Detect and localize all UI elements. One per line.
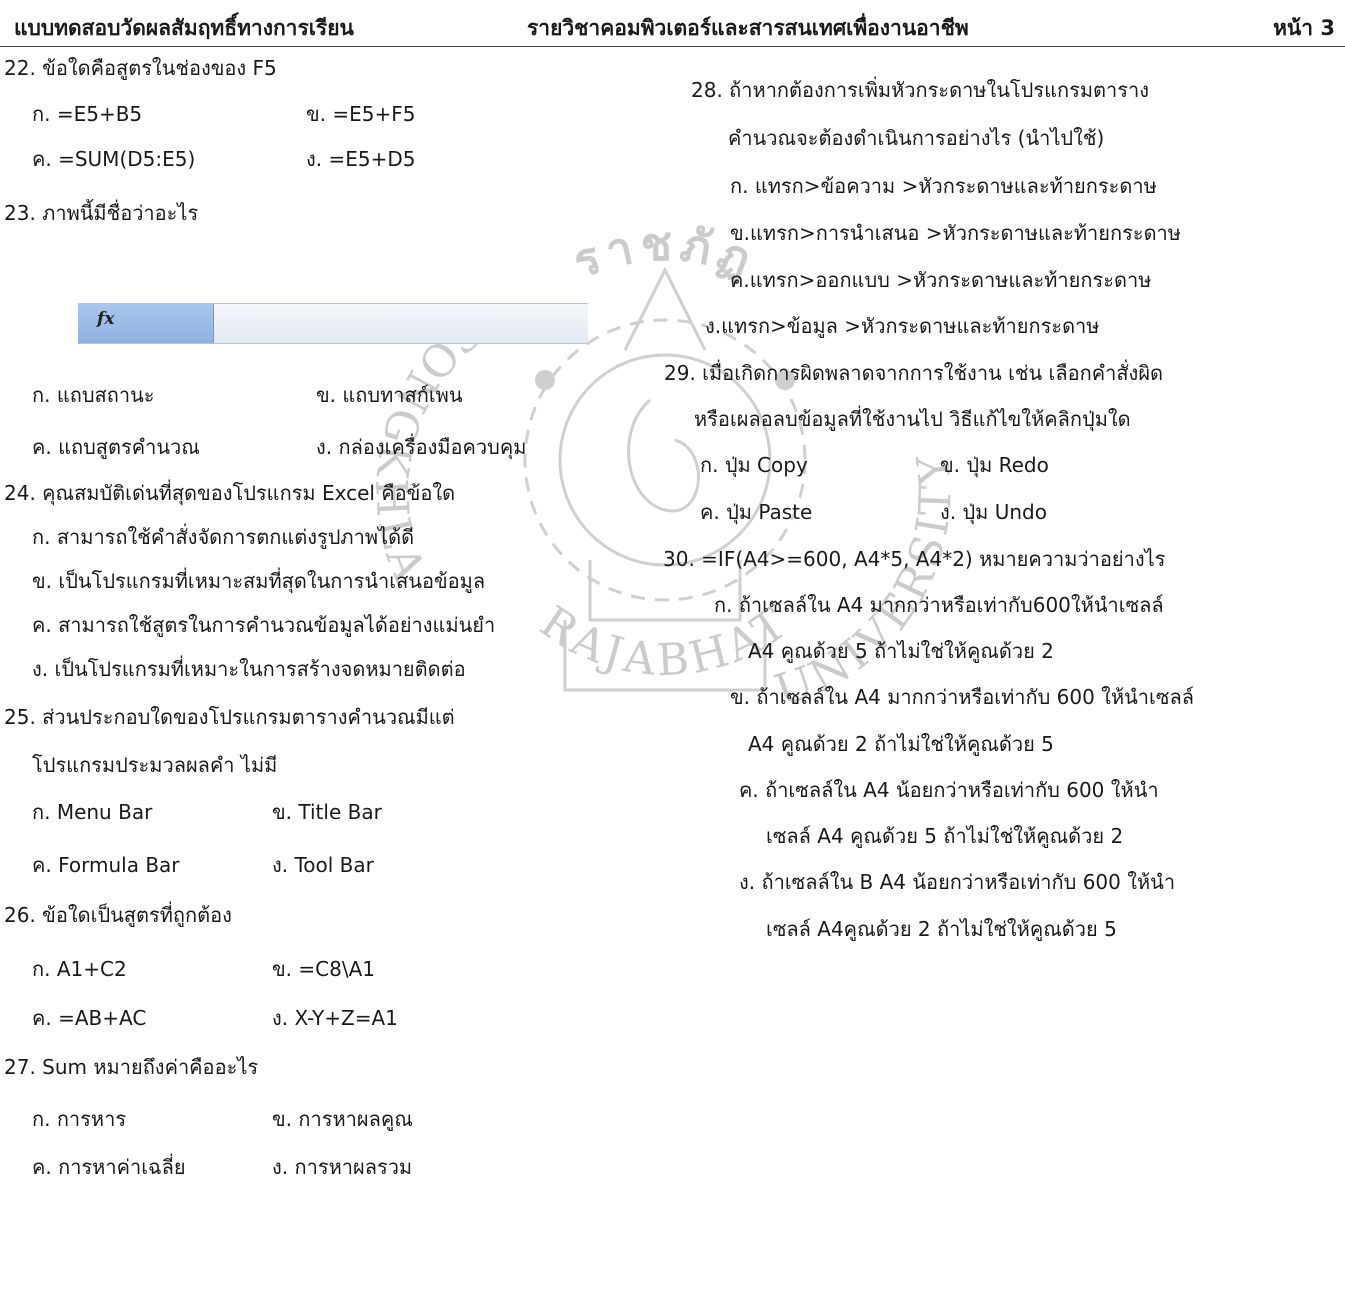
choice-29-b: ข. ปุ่ม Redo [940,453,1049,477]
choice-28-b: ข.แทรก>การนำเสนอ >หัวกระดาษและท้ายกระดาษ [730,221,1181,245]
choice-30-d-line2: เซลล์ A4คูณด้วย 2 ถ้าไม่ใช่ให้คูณด้วย 5 [766,917,1117,941]
choice-22-d: ง. =E5+D5 [306,147,416,171]
choice-29-c: ค. ปุ่ม Paste [700,500,813,524]
choice-27-a: ก. การหาร [32,1107,127,1131]
choice-25-d: ง. Tool Bar [272,853,374,877]
choice-30-b-line2: A4 คูณด้วย 2 ถ้าไม่ใช่ให้คูณด้วย 5 [748,732,1054,756]
question-29-line2: หรือเผลอลบข้อมูลที่ใช้งานไป วิธีแก้ไขให้… [694,407,1131,431]
page-header: แบบทดสอบวัดผลสัมฤทธิ์ทางการเรียน รายวิชา… [0,0,1345,47]
fx-icon: fx [97,309,115,329]
choice-27-c: ค. การหาค่าเฉลี่ย [32,1155,186,1179]
header-exam-title: แบบทดสอบวัดผลสัมฤทธิ์ทางการเรียน [14,16,354,40]
choice-30-a-line1: ก. ถ้าเซลล์ใน A4 มากกว่าหรือเท่ากับ600ให… [714,593,1164,617]
formula-bar-fx-box: fx [78,304,214,343]
header-subject-title: รายวิชาคอมพิวเตอร์และสารสนเทศเพื่องานอาช… [527,16,969,40]
choice-25-a: ก. Menu Bar [32,800,153,824]
choice-25-c: ค. Formula Bar [32,853,180,877]
choice-30-b-line1: ข. ถ้าเซลล์ใน A4 มากกว่าหรือเท่ากับ 600 … [730,685,1194,709]
question-30: 30. =IF(A4>=600, A4*5, A4*2) หมายความว่า… [663,547,1166,571]
choice-24-a: ก. สามารถใช้คำสั่งจัดการตกแต่งรูปภาพได้ด… [32,525,415,549]
choice-26-d: ง. X-Y+Z=A1 [272,1006,398,1030]
choice-30-d-line1: ง. ถ้าเซลล์ใน B A4 น้อยกว่าหรือเท่ากับ 6… [739,870,1176,894]
choice-22-c: ค. =SUM(D5:E5) [32,147,196,171]
question-25-line1: 25. ส่วนประกอบใดของโปรแกรมตารางคำนวณมีแต… [4,705,455,729]
svg-text:UNIVERSITY: UNIVERSITY [769,448,962,716]
choice-30-c-line2: เซลล์ A4 คูณด้วย 5 ถ้าไม่ใช่ให้คูณด้วย 2 [766,824,1124,848]
question-27: 27. Sum หมายถึงค่าคืออะไร [4,1055,259,1079]
header-page-number: หน้า 3 [1273,16,1335,40]
choice-29-a: ก. ปุ่ม Copy [700,453,808,477]
choice-26-a: ก. A1+C2 [32,957,127,981]
question-22: 22. ข้อใดคือสูตรในช่องของ F5 [4,56,277,80]
choice-24-c: ค. สามารถใช้สูตรในการคำนวณข้อมูลได้อย่าง… [32,613,496,637]
choice-23-d: ง. กล่องเครื่องมือควบคุม [316,435,527,459]
question-28-line1: 28. ถ้าหากต้องการเพิ่มหัวกระดาษในโปรแกรม… [691,78,1149,102]
choice-22-a: ก. =E5+B5 [32,102,143,126]
formula-bar-image: fx [78,303,588,344]
choice-25-b: ข. Title Bar [272,800,382,824]
choice-23-c: ค. แถบสูตรคำนวณ [32,435,200,459]
choice-24-b: ข. เป็นโปรแกรมที่เหมาะสมที่สุดในการนำเสน… [32,569,486,593]
choice-26-c: ค. =AB+AC [32,1006,147,1030]
choice-24-d: ง. เป็นโปรแกรมที่เหมาะในการสร้างจดหมายติ… [32,657,466,681]
choice-23-b: ข. แถบทาสก์เพน [316,383,463,407]
choice-28-d: ง.แทรก>ข้อมูล >หัวกระดาษและท้ายกระดาษ [705,314,1100,338]
question-24: 24. คุณสมบัติเด่นที่สุดของโปรแกรม Excel … [4,481,456,505]
question-25-line2: โปรแกรมประมวลผลคำ ไม่มี [32,753,278,777]
choice-26-b: ข. =C8\A1 [272,957,375,981]
question-28-line2: คำนวณจะต้องดำเนินการอย่างไร (นำไปใช้) [728,126,1105,150]
watermark-right-text: UNIVERSITY [769,448,958,716]
choice-28-a: ก. แทรก>ข้อความ >หัวกระดาษและท้ายกระดาษ [730,174,1157,198]
choice-30-a-line2: A4 คูณด้วย 5 ถ้าไม่ใช่ให้คูณด้วย 2 [748,639,1054,663]
question-26: 26. ข้อใดเป็นสูตรที่ถูกต้อง [4,903,232,927]
choice-28-c: ค.แทรก>ออกแบบ >หัวกระดาษและท้ายกระดาษ [730,268,1152,292]
question-29-line1: 29. เมื่อเกิดการผิดพลาดจากการใช้งาน เช่น… [664,361,1164,385]
question-23: 23. ภาพนี้มีชื่อว่าอะไร [4,201,199,225]
choice-22-b: ข. =E5+F5 [306,102,416,126]
choice-30-c-line1: ค. ถ้าเซลล์ใน A4 น้อยกว่าหรือเท่ากับ 600… [739,778,1159,802]
choice-29-d: ง. ปุ่ม Undo [940,500,1047,524]
choice-27-d: ง. การหาผลรวม [272,1155,413,1179]
choice-23-a: ก. แถบสถานะ [32,383,155,407]
choice-27-b: ข. การหาผลคูณ [272,1107,413,1131]
